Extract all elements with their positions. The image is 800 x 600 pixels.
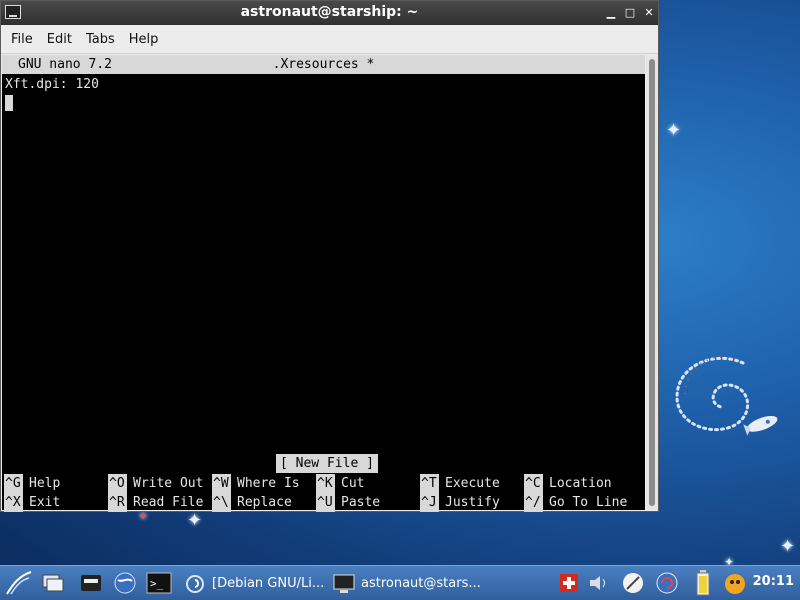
nano-filename: .Xresources * xyxy=(272,57,375,72)
shortcut-location: ^C Location xyxy=(524,474,612,493)
window-title: astronaut@starship: ~ xyxy=(240,4,419,20)
task-label: [Debian GNU/Li... xyxy=(212,576,325,591)
update-icon[interactable] xyxy=(654,570,680,596)
file-manager-icon[interactable] xyxy=(78,570,104,596)
shortcut-row: ^X Exit ^R Read File ^\ Replace ^U Paste ^J J… xyxy=(2,493,645,512)
swirl-decoration xyxy=(675,356,778,436)
shortcut-read-file: ^R Read File xyxy=(108,493,204,512)
shortcut-exit: ^X Exit xyxy=(4,493,61,512)
close-button[interactable]: ✕ xyxy=(642,6,656,20)
terminal-scrollbar[interactable] xyxy=(646,55,658,510)
terminal-area[interactable]: GNU nano 7.2 .Xresources * Xft.dpi: 120 … xyxy=(2,55,645,512)
taskbar-task-debian[interactable]: [Debian GNU/Li... xyxy=(184,569,324,598)
star-decoration: ✦ xyxy=(666,120,682,141)
taskbar-task-terminal[interactable]: astronaut@stars... xyxy=(333,569,481,598)
shortcut-paste: ^U Paste xyxy=(316,493,381,512)
terminal-window[interactable]: astronaut@starship: ~ ▁ □ ✕ File Edit Ta… xyxy=(0,0,659,512)
clock[interactable]: 20:11 xyxy=(753,574,794,589)
notification-icon[interactable] xyxy=(722,570,748,596)
show-desktop-icon[interactable] xyxy=(40,570,66,596)
shortcut-write-out: ^O Write Out xyxy=(108,474,204,493)
volume-icon[interactable] xyxy=(586,570,612,596)
editor-line[interactable]: Xft.dpi: 120 xyxy=(5,77,99,92)
taskbar: >_ [Debian GNU/Li... astronaut@stars... … xyxy=(0,565,800,600)
star-decoration: ✦ xyxy=(780,536,796,557)
window-titlebar[interactable]: astronaut@starship: ~ ▁ □ ✕ xyxy=(1,1,658,25)
shortcut-cut: ^K Cut xyxy=(316,474,365,493)
swiss-flag-icon[interactable] xyxy=(556,570,582,596)
shortcut-where-is: ^W Where Is xyxy=(212,474,300,493)
shortcut-row: ^G Help ^O Write Out ^W Where Is ^K Cut ^T Ex… xyxy=(2,474,645,493)
maximize-button[interactable]: □ xyxy=(623,6,637,20)
web-browser-icon[interactable] xyxy=(112,570,138,596)
menu-tabs[interactable]: Tabs xyxy=(80,32,121,47)
menu-file[interactable]: File xyxy=(5,32,39,47)
debian-swirl-icon xyxy=(184,573,206,595)
monitor-icon xyxy=(333,573,355,595)
nano-header: GNU nano 7.2 .Xresources * xyxy=(2,55,645,74)
battery-icon[interactable] xyxy=(690,570,716,596)
scrollbar-thumb[interactable] xyxy=(649,59,655,506)
shortcut-execute: ^T Execute xyxy=(420,474,500,493)
menu-edit[interactable]: Edit xyxy=(41,32,78,47)
menu-bar: File Edit Tabs Help xyxy=(1,25,658,54)
app-menu-icon[interactable] xyxy=(4,570,34,596)
nano-shortcuts: ^G Help ^O Write Out ^W Where Is ^K Cut ^T Ex… xyxy=(2,474,645,512)
terminal-icon[interactable]: >_ xyxy=(146,570,172,596)
shortcut-justify: ^J Justify xyxy=(420,493,500,512)
shortcut-help: ^G Help xyxy=(4,474,61,493)
menu-help[interactable]: Help xyxy=(123,32,165,47)
shortcut-replace: ^\ Replace xyxy=(212,493,292,512)
shortcut-go-to-line: ^/Go To Line xyxy=(524,493,628,512)
task-label: astronaut@stars... xyxy=(361,576,481,591)
minimize-button[interactable]: ▁ xyxy=(604,6,618,20)
text-cursor xyxy=(5,95,13,111)
svg-text:>_: >_ xyxy=(150,577,164,590)
star-decoration: ✦ xyxy=(187,510,203,531)
nano-status: [ New File ] xyxy=(276,454,378,473)
network-icon[interactable] xyxy=(620,570,646,596)
